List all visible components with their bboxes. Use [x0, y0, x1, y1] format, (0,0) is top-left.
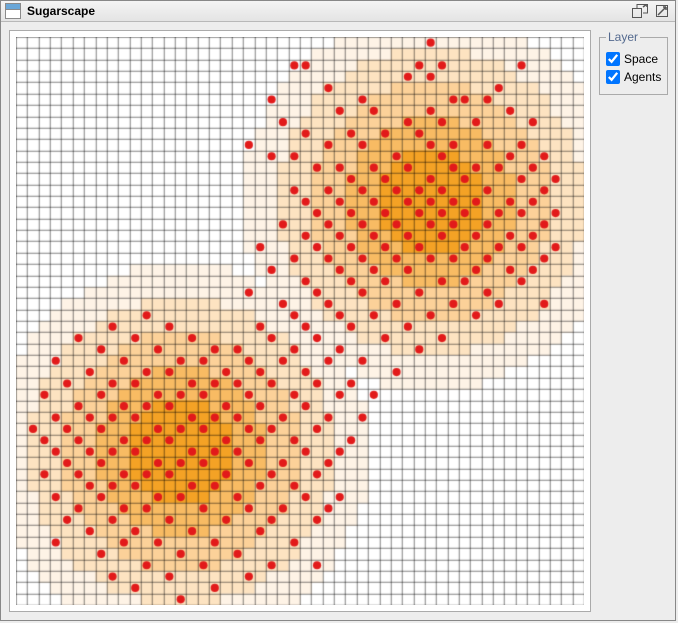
window-body: Layer Space Agents	[1, 22, 675, 620]
layer-group: Layer Space Agents	[599, 30, 668, 95]
layer-row-agents[interactable]: Agents	[606, 68, 661, 86]
side-panel: Layer Space Agents	[599, 30, 668, 612]
simulation-canvas[interactable]	[16, 37, 584, 605]
layer-row-space[interactable]: Space	[606, 50, 661, 68]
layer-legend: Layer	[606, 30, 640, 44]
titlebar[interactable]: Sugarscape	[1, 1, 675, 22]
window-title: Sugarscape	[27, 4, 625, 18]
checkbox-space[interactable]	[606, 52, 620, 66]
layer-label: Space	[624, 52, 658, 66]
app-icon	[5, 3, 21, 19]
window-frame: Sugarscape	[0, 0, 676, 621]
checkbox-agents[interactable]	[606, 70, 620, 84]
simulation-view[interactable]	[9, 30, 591, 612]
detach-icon[interactable]	[631, 3, 649, 19]
maximize-icon[interactable]	[653, 3, 671, 19]
window-buttons	[631, 3, 671, 19]
layer-label: Agents	[624, 70, 661, 84]
